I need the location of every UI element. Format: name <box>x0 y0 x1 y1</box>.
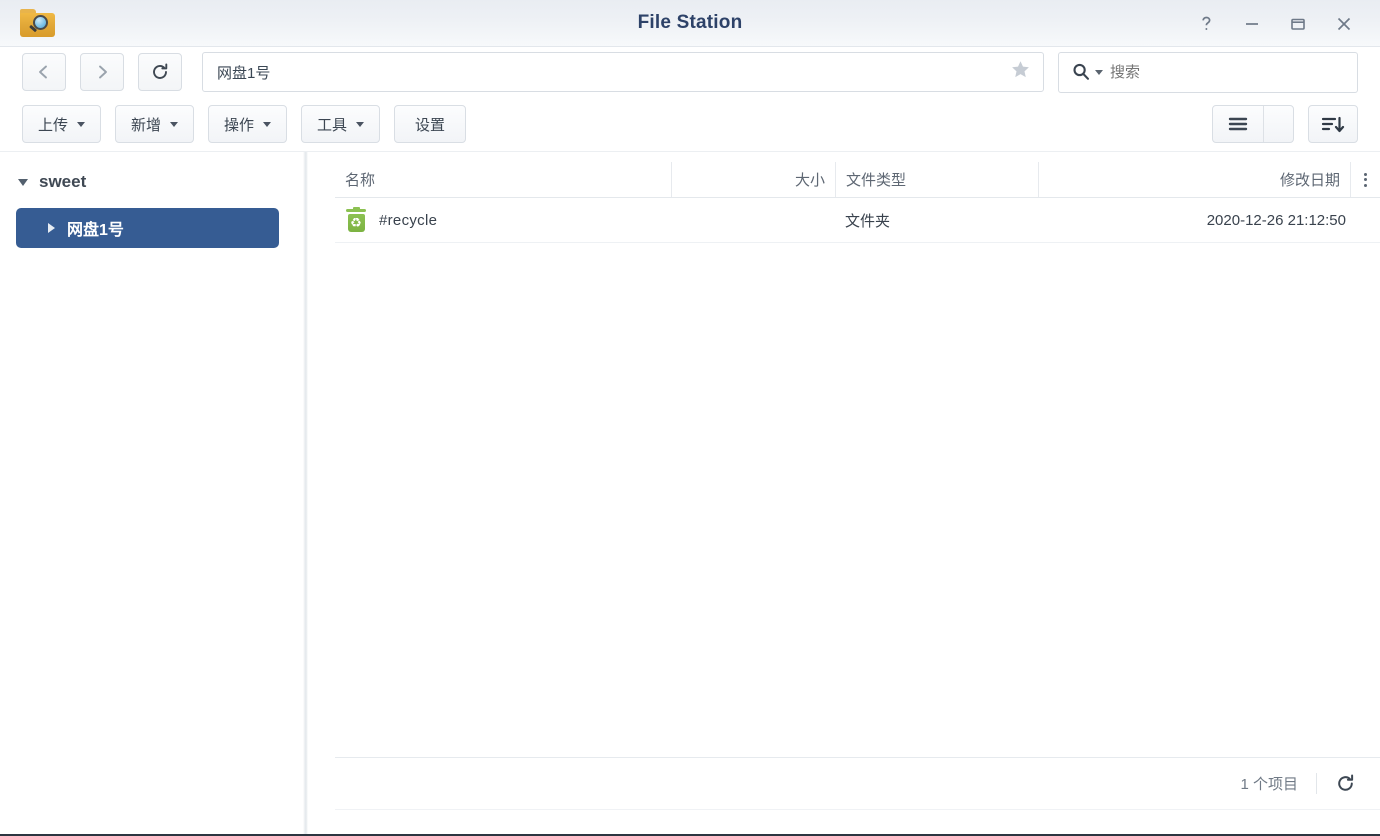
sort-descending-icon[interactable] <box>1308 105 1358 143</box>
refresh-icon[interactable] <box>138 53 182 91</box>
help-icon[interactable] <box>1184 3 1228 45</box>
back-arrow-icon[interactable] <box>22 53 66 91</box>
panel-footer <box>335 809 1380 834</box>
more-options-icon[interactable] <box>1350 162 1380 197</box>
tools-button-label: 工具 <box>317 116 348 134</box>
recycle-bin-icon: ♻ <box>345 207 367 232</box>
column-header-name-label: 名称 <box>345 172 376 189</box>
sidebar-root-label: sweet <box>39 172 87 191</box>
sidebar: sweet 网盘1号 <box>0 152 303 834</box>
address-bar[interactable]: 网盘1号 <box>202 52 1044 92</box>
table-header-row: 名称 大小 文件类型 修改日期 <box>335 162 1380 198</box>
chevron-down-icon <box>356 121 365 127</box>
settings-button[interactable]: 设置 <box>394 105 467 143</box>
search-icon <box>1071 62 1091 82</box>
forward-arrow-icon[interactable] <box>80 53 124 91</box>
maximize-icon[interactable] <box>1276 3 1320 45</box>
tools-button[interactable]: 工具 <box>301 105 381 143</box>
chevron-right-icon[interactable] <box>48 223 55 233</box>
column-header-name[interactable]: 名称 <box>335 162 671 197</box>
column-header-date-label: 修改日期 <box>1279 172 1340 189</box>
column-header-date[interactable]: 修改日期 <box>1038 162 1350 197</box>
upload-button-label: 上传 <box>38 116 69 134</box>
table-body: ♻ #recycle 文件夹 2020-12-26 21:12:50 <box>335 198 1380 757</box>
chevron-down-icon[interactable] <box>1095 69 1103 75</box>
sidebar-root-sweet[interactable]: sweet <box>0 168 303 196</box>
navigation-bar: 网盘1号 <box>0 47 1380 97</box>
file-name-text: #recycle <box>379 211 438 229</box>
sidebar-item-wangpan1[interactable]: 网盘1号 <box>16 208 279 248</box>
column-header-type-label: 文件类型 <box>846 172 907 189</box>
toolbar-right-group <box>1212 105 1358 143</box>
cell-date: 2020-12-26 21:12:50 <box>1206 211 1346 229</box>
file-list-panel: 名称 大小 文件类型 修改日期 ♻ #recycle 文件夹 2020-12-2… <box>308 152 1380 834</box>
title-bar: File Station <box>0 0 1380 47</box>
column-header-size-label: 大小 <box>794 172 825 189</box>
item-count-label: 1 个项目 <box>1240 773 1317 794</box>
close-icon[interactable] <box>1322 3 1366 45</box>
file-table: 名称 大小 文件类型 修改日期 ♻ #recycle 文件夹 2020-12-2… <box>335 162 1380 834</box>
chevron-down-icon <box>77 121 86 127</box>
action-button[interactable]: 操作 <box>208 105 288 143</box>
star-icon[interactable] <box>1010 59 1031 85</box>
view-mode-chevron-down-icon[interactable] <box>1263 106 1293 142</box>
file-station-window: File Station 网盘1号 搜索 上传 新增 操作 工具 设置 swee… <box>0 0 1380 836</box>
cell-size <box>671 198 835 242</box>
folder-search-icon <box>20 7 56 40</box>
settings-button-label: 设置 <box>415 116 446 134</box>
create-button[interactable]: 新增 <box>115 105 195 143</box>
column-header-type[interactable]: 文件类型 <box>835 162 1038 197</box>
create-button-label: 新增 <box>131 116 162 134</box>
cell-name: ♻ #recycle <box>335 198 671 242</box>
action-button-label: 操作 <box>224 116 255 134</box>
window-title: File Station <box>637 12 743 33</box>
chevron-down-icon <box>170 121 179 127</box>
view-mode-split-button <box>1212 105 1294 143</box>
sidebar-item-label: 网盘1号 <box>67 222 124 239</box>
list-view-icon[interactable] <box>1213 106 1263 142</box>
cell-type: 文件夹 <box>845 212 891 230</box>
table-row[interactable]: ♻ #recycle 文件夹 2020-12-26 21:12:50 <box>335 198 1380 243</box>
address-path-text: 网盘1号 <box>217 64 271 82</box>
column-header-size[interactable]: 大小 <box>671 162 835 197</box>
minimize-icon[interactable] <box>1230 3 1274 45</box>
upload-button[interactable]: 上传 <box>22 105 102 143</box>
content-area: sweet 网盘1号 名称 大小 文件类型 修改日期 ♻ #recycle 文件… <box>0 152 1380 834</box>
toolbar: 上传 新增 操作 工具 设置 <box>0 97 1380 152</box>
search-input[interactable] <box>1110 63 1310 81</box>
status-bar: 1 个项目 <box>335 757 1380 809</box>
chevron-down-icon <box>263 121 272 127</box>
chevron-down-icon[interactable] <box>18 178 28 186</box>
window-controls <box>1184 0 1366 47</box>
refresh-icon[interactable] <box>1317 773 1356 794</box>
search-box[interactable] <box>1058 51 1358 93</box>
